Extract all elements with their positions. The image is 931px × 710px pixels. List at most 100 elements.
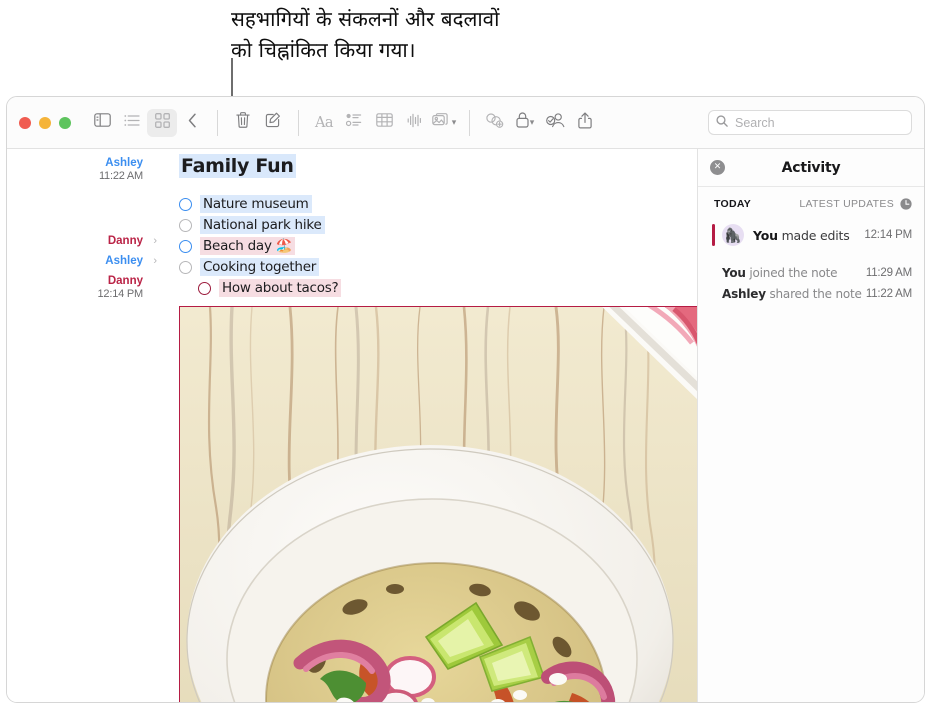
collaborator-time: 12:14 PM: [98, 288, 143, 301]
activity-primary-action: made edits: [778, 228, 850, 243]
note-editor[interactable]: Ashley11:22 AMDanny›Ashley›Danny12:14 PM…: [7, 149, 699, 703]
checkbox-circle-icon[interactable]: [198, 282, 211, 295]
checklist-item-label: Cooking together: [200, 258, 319, 276]
search-icon: [716, 114, 728, 132]
aa-format-icon: Aa: [315, 115, 333, 131]
collaborator-time: 11:22 AM: [99, 170, 143, 183]
collaborator-name: Danny: [98, 275, 143, 288]
toolbar: Aa: [7, 97, 924, 149]
checklist-item[interactable]: Nature museum: [179, 194, 699, 214]
toolbar-divider-1: [217, 110, 218, 136]
compose-icon: [265, 112, 281, 133]
checkbox-circle-icon[interactable]: [179, 261, 192, 274]
chevron-left-icon: [188, 113, 197, 133]
activity-entry-actor: You: [722, 266, 746, 280]
activity-entry-time: 11:29 AM: [866, 267, 912, 279]
window-controls: [7, 117, 87, 129]
collaborator-marker[interactable]: Ashley: [105, 255, 143, 268]
share-icon: [578, 112, 592, 134]
activity-accent-bar: [712, 224, 715, 246]
search-field[interactable]: [708, 110, 912, 135]
chevron-down-icon: ▾: [452, 117, 457, 128]
clock-icon[interactable]: [900, 198, 912, 210]
markup-button[interactable]: [480, 109, 510, 137]
minimize-window-button[interactable]: [39, 117, 51, 129]
format-button[interactable]: Aa: [309, 109, 339, 137]
checklist: Nature museum National park hike Beach day…: [179, 194, 699, 298]
chevron-right-icon[interactable]: ›: [153, 255, 157, 267]
activity-subheader: TODAY LATEST UPDATES: [698, 187, 924, 218]
activity-primary-time: 12:14 PM: [864, 229, 912, 241]
checklist-item-label: National park hike: [200, 216, 325, 234]
checkbox-circle-icon[interactable]: [179, 240, 192, 253]
activity-entry-actor: Ashley: [722, 287, 766, 301]
audio-button[interactable]: [399, 109, 429, 137]
activity-entry[interactable]: You joined the note 11:29 AM: [712, 262, 912, 283]
collaborator-name: Ashley: [99, 157, 143, 170]
checkbox-circle-icon[interactable]: [179, 198, 192, 211]
activity-header: ✕ Activity: [698, 149, 924, 187]
checklist-item[interactable]: Cooking together: [179, 257, 699, 277]
toolbar-share-group: ▾: [480, 109, 600, 137]
annotation-text: सहभागियों के संकलनों और बदलावों को चिह्न…: [231, 4, 661, 66]
toolbar-divider-3: [469, 110, 470, 136]
activity-entry-action: joined the note: [746, 266, 838, 280]
share-button[interactable]: [570, 109, 600, 137]
gallery-view-button[interactable]: [147, 109, 177, 137]
activity-title: Activity: [698, 160, 924, 176]
today-label: TODAY: [714, 198, 751, 210]
note-content[interactable]: Family Fun Nature museum National park hi…: [179, 149, 699, 703]
toolbar-insert-group: Aa: [309, 109, 459, 137]
chevron-right-icon[interactable]: ›: [153, 235, 157, 247]
notes-window: Aa: [6, 96, 925, 703]
media-button[interactable]: ▾: [429, 109, 459, 137]
sidebar-toggle-button[interactable]: [87, 109, 117, 137]
close-window-button[interactable]: [19, 117, 31, 129]
table-button[interactable]: [369, 109, 399, 137]
sidebar-icon: [94, 113, 111, 132]
maximize-window-button[interactable]: [59, 117, 71, 129]
activity-entry-action: shared the note: [766, 287, 862, 301]
collaborator-marker[interactable]: Danny12:14 PM: [98, 275, 143, 301]
collaborate-button[interactable]: [540, 109, 570, 137]
table-icon: [376, 113, 393, 132]
taco-photo-attachment[interactable]: [179, 306, 699, 703]
search-input[interactable]: [733, 115, 904, 131]
latest-updates-label[interactable]: LATEST UPDATES: [799, 198, 894, 210]
compose-button[interactable]: [258, 109, 288, 137]
checklist-item-label: Beach day 🏖️: [200, 237, 295, 255]
checklist-item[interactable]: National park hike: [179, 215, 699, 235]
collaborator-name: Ashley: [105, 255, 143, 268]
activity-entry-time: 11:22 AM: [866, 288, 912, 300]
activity-entry[interactable]: Ashley shared the note 11:22 AM: [712, 283, 912, 304]
delete-button[interactable]: [228, 109, 258, 137]
toolbar-edit-group: [228, 109, 288, 137]
audio-waveform-icon: [407, 113, 422, 133]
collaborator-gutter: Ashley11:22 AMDanny›Ashley›Danny12:14 PM: [7, 149, 167, 703]
activity-entry-text: Ashley shared the note: [722, 287, 862, 301]
close-activity-button[interactable]: ✕: [710, 160, 725, 175]
lock-icon: [516, 112, 529, 133]
collaborator-marker[interactable]: Danny: [108, 235, 143, 248]
note-title[interactable]: Family Fun: [179, 154, 296, 178]
checklist-item-label: How about tacos?: [219, 279, 341, 297]
avatar: 🦍: [722, 224, 744, 246]
media-icon: [432, 113, 451, 133]
checklist-item[interactable]: How about tacos?: [179, 278, 699, 298]
activity-list: 🦍 You made edits 12:14 PM You joined the…: [698, 218, 924, 304]
checklist-item[interactable]: Beach day 🏖️: [179, 236, 699, 256]
trash-icon: [236, 112, 250, 133]
lock-button[interactable]: ▾: [510, 109, 540, 137]
markup-link-icon: [486, 113, 504, 133]
list-view-button[interactable]: [117, 109, 147, 137]
list-view-icon: [124, 114, 140, 132]
collaborator-marker[interactable]: Ashley11:22 AM: [99, 157, 143, 183]
activity-primary-entry[interactable]: 🦍 You made edits 12:14 PM: [712, 220, 912, 250]
toolbar-view-group: [87, 109, 207, 137]
back-button[interactable]: [177, 109, 207, 137]
activity-primary-actor: You: [753, 228, 778, 243]
activity-entry-text: You joined the note: [722, 266, 837, 280]
checkbox-circle-icon[interactable]: [179, 219, 192, 232]
activity-sidebar: ✕ Activity TODAY LATEST UPDATES 🦍 You ma…: [697, 149, 924, 703]
checklist-button[interactable]: [339, 109, 369, 137]
